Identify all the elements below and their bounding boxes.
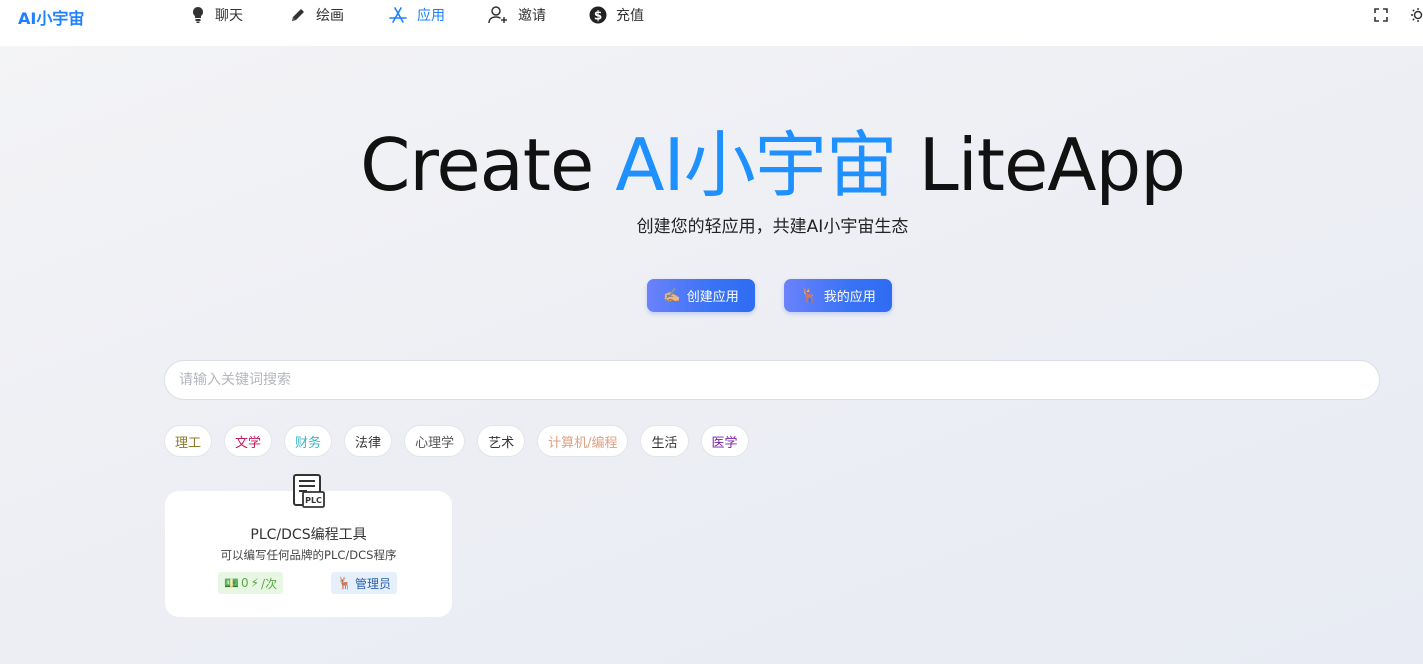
my-apps-label: 我的应用 [823,289,876,304]
nav-item-invite[interactable]: 邀请 [487,4,546,26]
app-title: PLC/DCS编程工具 [250,527,367,543]
tag-art[interactable]: 艺术 [477,425,526,457]
tag-medicine[interactable]: 医学 [700,425,749,457]
svg-text:$: $ [594,9,602,23]
tag-science-engineering[interactable]: 理工 [164,425,213,457]
plc-icon-text: PLC [305,496,322,505]
deer-icon: 🦌 [337,576,352,590]
nav-item-chat[interactable]: 聊天 [190,4,243,26]
pencil-icon [289,6,307,24]
fullscreen-icon[interactable] [1373,7,1389,27]
hero-title-pre: Create [360,123,616,207]
tag-label: 心理学 [415,435,455,451]
sun-icon[interactable] [1410,7,1423,27]
tag-psychology[interactable]: 心理学 [404,425,466,457]
hero-title-accent: AI小宇宙 [615,123,897,207]
nav-item-label: 充值 [616,8,644,24]
hero-title-post: LiteApp [896,123,1186,207]
writing-hand-icon: ✍🏼 [663,287,681,303]
tag-label: 理工 [175,435,202,451]
brand-logo[interactable]: AI小宇宙 [18,5,84,29]
app-store-icon [388,6,408,24]
add-user-icon [487,5,509,25]
hero-subtitle: 创建您的轻应用，共建AI小宇宙生态 [636,217,909,237]
price-unit: /次 [261,576,278,591]
tag-computer-programming[interactable]: 计算机/编程 [537,425,629,457]
hero-title: Create AI小宇宙 LiteApp [0,106,1423,211]
money-icon: 💵 [224,576,239,590]
nav-item-draw[interactable]: 绘画 [289,4,344,26]
nav-item-recharge[interactable]: $ 充值 [589,4,644,26]
lightning-icon: ⚡ [250,576,260,590]
top-nav-bar: AI小宇宙 聊天 绘画 应用 邀请 $ 充值 [0,0,1423,46]
tag-label: 财务 [295,435,322,451]
tag-law[interactable]: 法律 [344,425,393,457]
tag-finance[interactable]: 财务 [284,425,333,457]
nav-item-apps[interactable]: 应用 [388,4,445,26]
nav-item-label: 聊天 [215,8,243,24]
nav-item-label: 绘画 [316,8,344,24]
author-name: 管理员 [354,576,391,591]
nav-item-label: 应用 [417,8,445,24]
tag-label: 医学 [711,435,738,451]
create-app-button[interactable]: ✍🏼 创建应用 [647,279,755,312]
tag-label: 生活 [651,435,678,451]
app-description: 可以编写任何品牌的PLC/DCS程序 [220,548,397,562]
bulb-icon [190,6,206,24]
tag-label: 文学 [235,435,262,451]
price-value: 0 [240,576,249,590]
nav-item-label: 邀请 [518,8,546,24]
deer-icon: 🦌 [800,287,818,303]
category-tags: 理工 文学 财务 法律 心理学 艺术 计算机/编程 生活 医学 [164,425,749,457]
dollar-icon: $ [589,6,607,24]
my-apps-button[interactable]: 🦌 我的应用 [784,279,892,312]
tag-label: 计算机/编程 [548,435,618,451]
app-card[interactable]: PLC PLC/DCS编程工具 可以编写任何品牌的PLC/DCS程序 💵 0 ⚡… [165,474,452,617]
tag-label: 法律 [355,435,382,451]
search-input[interactable] [164,360,1380,400]
plc-document-icon: PLC [292,473,326,513]
price-badge: 💵 0 ⚡ /次 [218,572,284,594]
create-app-label: 创建应用 [686,289,739,304]
tag-life[interactable]: 生活 [640,425,689,457]
tag-label: 艺术 [488,435,515,451]
tag-literature[interactable]: 文学 [224,425,273,457]
author-badge: 🦌 管理员 [331,572,397,594]
